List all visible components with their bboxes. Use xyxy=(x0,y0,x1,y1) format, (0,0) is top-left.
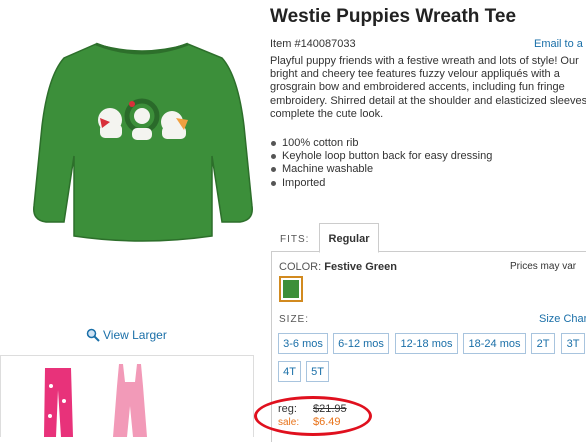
shirt-body xyxy=(33,43,253,242)
size-option-5t[interactable]: 5T xyxy=(306,361,329,382)
color-swatch-festive-green[interactable] xyxy=(279,276,303,302)
size-option-18-24-mos[interactable]: 18-24 mos xyxy=(463,333,526,354)
product-description: Playful puppy friends with a festive wre… xyxy=(270,55,586,120)
fits-label: FITS: xyxy=(280,234,310,245)
email-to-friend-link[interactable]: Email to a f xyxy=(534,38,586,50)
size-option-6-12-mos[interactable]: 6-12 mos xyxy=(333,333,389,354)
feature-list: 100% cotton rib Keyhole loop button back… xyxy=(270,137,492,190)
product-title: Westie Puppies Wreath Tee xyxy=(270,6,517,27)
thumbnail-pink-leggings[interactable] xyxy=(44,368,73,437)
prices-vary-note: Prices may var xyxy=(510,261,577,272)
price-highlight-oval xyxy=(254,396,372,436)
magnifier-icon xyxy=(86,328,100,342)
list-item: Imported xyxy=(270,177,492,190)
product-image[interactable] xyxy=(26,36,258,250)
view-larger-link[interactable]: View Larger xyxy=(86,328,167,342)
item-number: Item #140087033 xyxy=(270,38,356,50)
list-item: Machine washable xyxy=(270,163,492,176)
thumbnail-pink-overalls[interactable] xyxy=(113,364,147,437)
size-option-12-18-mos[interactable]: 12-18 mos xyxy=(395,333,458,354)
size-chart-link[interactable]: Size Char xyxy=(539,313,586,325)
color-label: COLOR: xyxy=(279,261,322,273)
size-option-3t[interactable]: 3T xyxy=(561,333,585,354)
list-item: Keyhole loop button back for easy dressi… xyxy=(270,150,492,163)
view-larger-label: View Larger xyxy=(103,328,167,342)
size-label: SIZE: xyxy=(279,314,310,325)
color-row: COLOR: Festive Green xyxy=(279,261,397,273)
related-products-strip xyxy=(0,355,254,437)
size-option-2t[interactable]: 2T xyxy=(531,333,555,354)
size-option-4t[interactable]: 4T xyxy=(278,361,301,382)
tab-regular[interactable]: Regular xyxy=(319,223,379,253)
list-item: 100% cotton rib xyxy=(270,137,492,150)
size-option-3-6-mos[interactable]: 3-6 mos xyxy=(278,333,328,354)
color-value: Festive Green xyxy=(324,261,398,273)
